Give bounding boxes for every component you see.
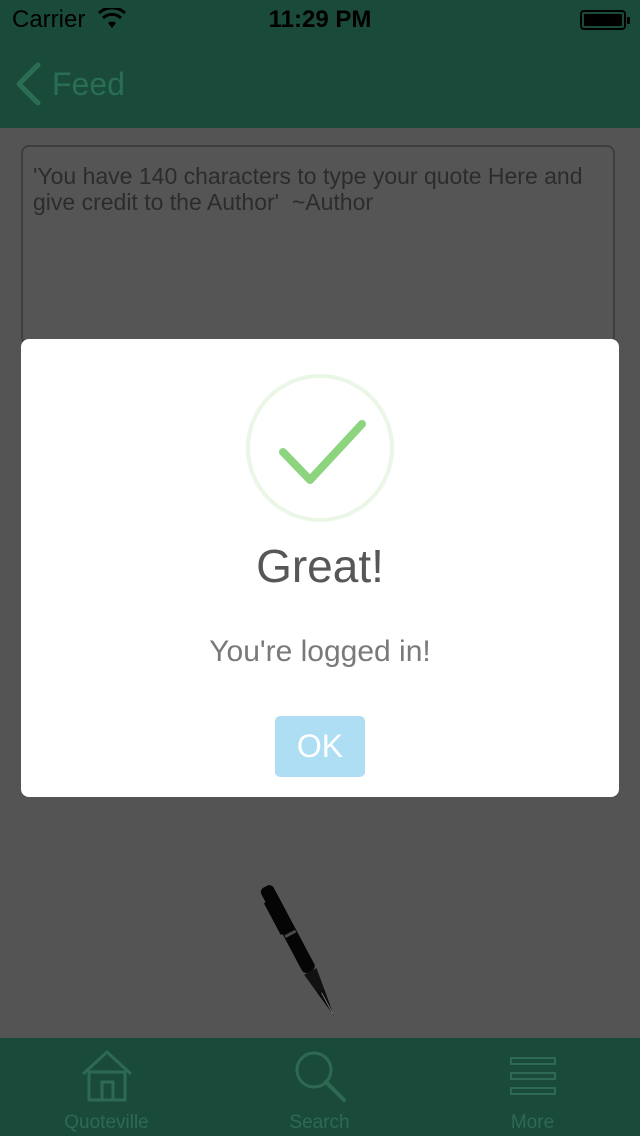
checkmark-icon [246, 374, 394, 522]
alert-message: You're logged in! [209, 635, 431, 668]
success-alert: Great! You're logged in! OK [21, 339, 619, 797]
ok-button[interactable]: OK [275, 716, 365, 777]
alert-title: Great! [256, 540, 384, 592]
